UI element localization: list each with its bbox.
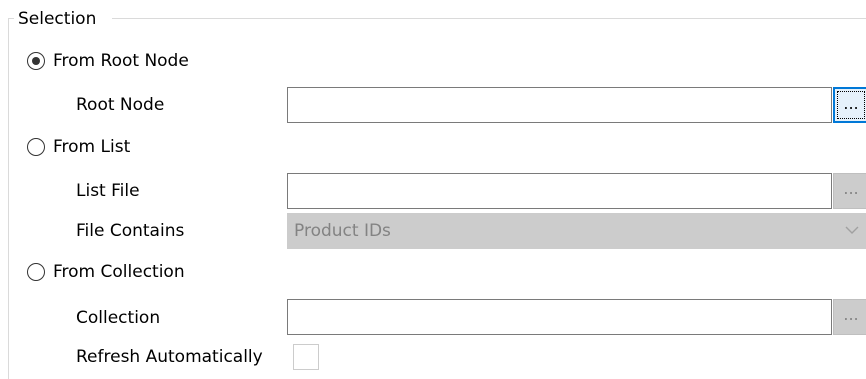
- refresh-automatically-label: Refresh Automatically: [76, 347, 263, 367]
- list-file-label: List File: [76, 181, 140, 201]
- radio-label-from-list[interactable]: From List: [53, 135, 130, 159]
- radio-label-from-collection[interactable]: From Collection: [53, 260, 185, 284]
- list-file-browse-button[interactable]: ...: [833, 173, 866, 209]
- radio-label-from-root-node[interactable]: From Root Node: [53, 49, 189, 73]
- collection-input[interactable]: [287, 299, 832, 335]
- file-contains-select[interactable]: Product IDs: [287, 213, 866, 249]
- chevron-down-icon: [845, 226, 859, 234]
- collection-browse-button[interactable]: ...: [833, 299, 866, 335]
- radio-dot-icon: [32, 57, 40, 65]
- root-node-label: Root Node: [76, 95, 165, 115]
- root-node-browse-button[interactable]: ...: [833, 87, 866, 123]
- radio-from-root-node[interactable]: [27, 52, 45, 70]
- root-node-input[interactable]: [287, 87, 832, 123]
- root-node-browse-label: ...: [843, 94, 859, 113]
- radio-from-collection[interactable]: [27, 263, 45, 281]
- file-contains-label: File Contains: [76, 221, 185, 241]
- list-file-input[interactable]: [287, 173, 832, 209]
- file-contains-value: Product IDs: [294, 221, 391, 241]
- groupbox-border: [8, 18, 9, 379]
- list-file-browse-label: ...: [843, 179, 859, 198]
- collection-browse-label: ...: [843, 305, 859, 324]
- refresh-automatically-checkbox[interactable]: [293, 344, 319, 370]
- groupbox-title: Selection: [16, 8, 99, 30]
- radio-from-list[interactable]: [27, 138, 45, 156]
- groupbox-border: [112, 18, 866, 19]
- collection-label: Collection: [76, 308, 161, 328]
